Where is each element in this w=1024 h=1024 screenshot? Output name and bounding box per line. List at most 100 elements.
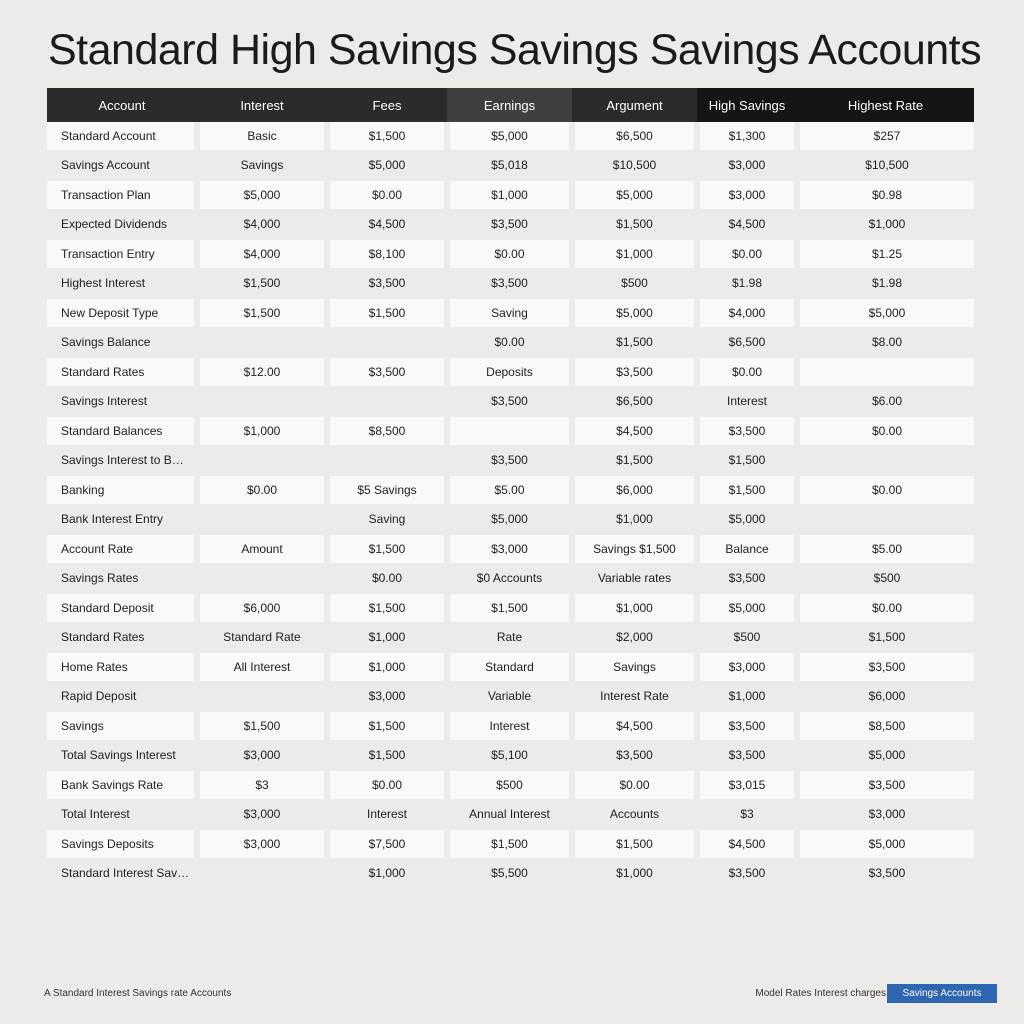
table-cell: $3,500 [697, 563, 800, 593]
row-label-cell: Savings Balance [47, 327, 200, 357]
column-header: Argument [572, 88, 697, 122]
table-cell: $6,000 [797, 681, 974, 711]
footer-caption: Model Rates Interest charges [755, 988, 886, 999]
column-header: Earnings [447, 88, 572, 122]
table-cell: $0.00 [327, 770, 450, 800]
table-cell: $1.98 [797, 268, 974, 298]
table-cell: $3,000 [327, 681, 450, 711]
table-cell: $1,000 [572, 593, 700, 623]
table-cell: $5,000 [697, 504, 800, 534]
table-row: Rapid Deposit $3,000 Variable Interest Rate… [47, 681, 974, 711]
table-cell: $0.00 [447, 239, 575, 269]
table-cell: $0.00 [572, 770, 700, 800]
table-cell: $1,500 [197, 711, 330, 741]
table-cell: $1,000 [327, 858, 450, 888]
table-cell: $3,500 [447, 209, 575, 239]
table-body: Standard Account Basic $1,500 $5,000 $6,500 $… [47, 122, 974, 888]
table-cell: $5,000 [327, 150, 450, 180]
table-cell: Interest [447, 711, 575, 741]
table-row: Standard Rates Standard Rate $1,000 Rate $2,… [47, 622, 974, 652]
table-cell: Variable [447, 681, 575, 711]
row-label-cell: Savings Interest to Banking [47, 445, 200, 475]
table-cell: $6,500 [572, 122, 700, 151]
table-row: Savings Balance $0.00 $1,500 $6,500 $8.00 [47, 327, 974, 357]
table-cell: $3,000 [697, 652, 800, 682]
table-cell [797, 504, 974, 534]
table-cell: $1,000 [197, 416, 330, 446]
table-cell [197, 386, 330, 416]
row-label-cell: Highest Interest [47, 268, 200, 298]
table-cell: $5,000 [572, 180, 700, 210]
table-cell: $1,500 [327, 711, 450, 741]
table-cell: Saving [327, 504, 450, 534]
row-label-cell: Expected Dividends [47, 209, 200, 239]
table-cell: $5,000 [447, 122, 575, 151]
table-cell: $500 [572, 268, 700, 298]
table-row: Transaction Entry $4,000 $8,100 $0.00 $1,000… [47, 239, 974, 269]
table-cell: $4,500 [572, 416, 700, 446]
row-label-cell: Standard Balances [47, 416, 200, 446]
row-label-cell: Standard Account [47, 122, 200, 151]
savings-accounts-button[interactable]: Savings Accounts [887, 984, 997, 1003]
table-cell: $3 [197, 770, 330, 800]
table-cell: $3,500 [572, 357, 700, 387]
table-cell: Standard [447, 652, 575, 682]
table-cell: $3,500 [447, 445, 575, 475]
table-row: Home Rates All Interest $1,000 Standard Savi… [47, 652, 974, 682]
table-cell: $4,500 [327, 209, 450, 239]
page-title: Standard High Savings Savings Savings Ac… [48, 26, 982, 74]
table-cell: $3,500 [572, 740, 700, 770]
table-row: Standard Rates $12.00 $3,500 Deposits $3,500… [47, 357, 974, 387]
table-cell: $1,500 [572, 829, 700, 859]
table-cell: $3,500 [697, 740, 800, 770]
table-cell: Amount [197, 534, 330, 564]
table-cell [327, 386, 450, 416]
table-cell: $1,500 [797, 622, 974, 652]
table-cell: $0.98 [797, 180, 974, 210]
table-cell: $4,000 [197, 239, 330, 269]
table-cell: $1,500 [197, 298, 330, 328]
table-cell: $0.00 [797, 593, 974, 623]
column-header: Interest [197, 88, 327, 122]
row-label-cell: Transaction Plan [47, 180, 200, 210]
table-cell: $5,000 [797, 298, 974, 328]
table-cell: Saving [447, 298, 575, 328]
table-cell: $0.00 [797, 416, 974, 446]
table-cell: $3,500 [797, 770, 974, 800]
table-cell: $1,500 [327, 593, 450, 623]
table-cell: $3,500 [447, 268, 575, 298]
table-cell: $0.00 [447, 327, 575, 357]
row-label-cell: Savings [47, 711, 200, 741]
table-cell: $3 [697, 799, 800, 829]
row-label-cell: Standard Rates [47, 622, 200, 652]
table-row: Total Savings Interest $3,000 $1,500 $5,100… [47, 740, 974, 770]
row-label-cell: Bank Savings Rate [47, 770, 200, 800]
table-cell: $1,500 [327, 534, 450, 564]
table-cell: $0 Accounts [447, 563, 575, 593]
table-cell: All Interest [197, 652, 330, 682]
table-row: Banking $0.00 $5 Savings $5.00 $6,000 $1,500 $… [47, 475, 974, 505]
table-row: Savings Rates $0.00 $0 Accounts Variable ra… [47, 563, 974, 593]
table-cell: $4,500 [572, 711, 700, 741]
table-cell: $5,000 [697, 593, 800, 623]
row-label-cell: Transaction Entry [47, 239, 200, 269]
table-header-row: Account Interest Fees Earnings Argument … [47, 88, 974, 122]
table-cell: $500 [797, 563, 974, 593]
table-cell: $6,500 [697, 327, 800, 357]
table-cell [197, 327, 330, 357]
table-cell: $10,500 [572, 150, 700, 180]
column-header: Highest Rate [797, 88, 974, 122]
table-cell: $1,000 [327, 652, 450, 682]
table-cell: $1,000 [697, 681, 800, 711]
row-label-cell: Savings Interest [47, 386, 200, 416]
table-cell: Savings [572, 652, 700, 682]
row-label-cell: Account Rate [47, 534, 200, 564]
table-cell: $5,100 [447, 740, 575, 770]
table-cell: $4,000 [197, 209, 330, 239]
row-label-cell: Bank Interest Entry [47, 504, 200, 534]
column-header: Account [47, 88, 197, 122]
table-cell: $3,500 [697, 858, 800, 888]
table-cell: Accounts [572, 799, 700, 829]
table-cell: $7,500 [327, 829, 450, 859]
table-cell: $5,000 [447, 504, 575, 534]
